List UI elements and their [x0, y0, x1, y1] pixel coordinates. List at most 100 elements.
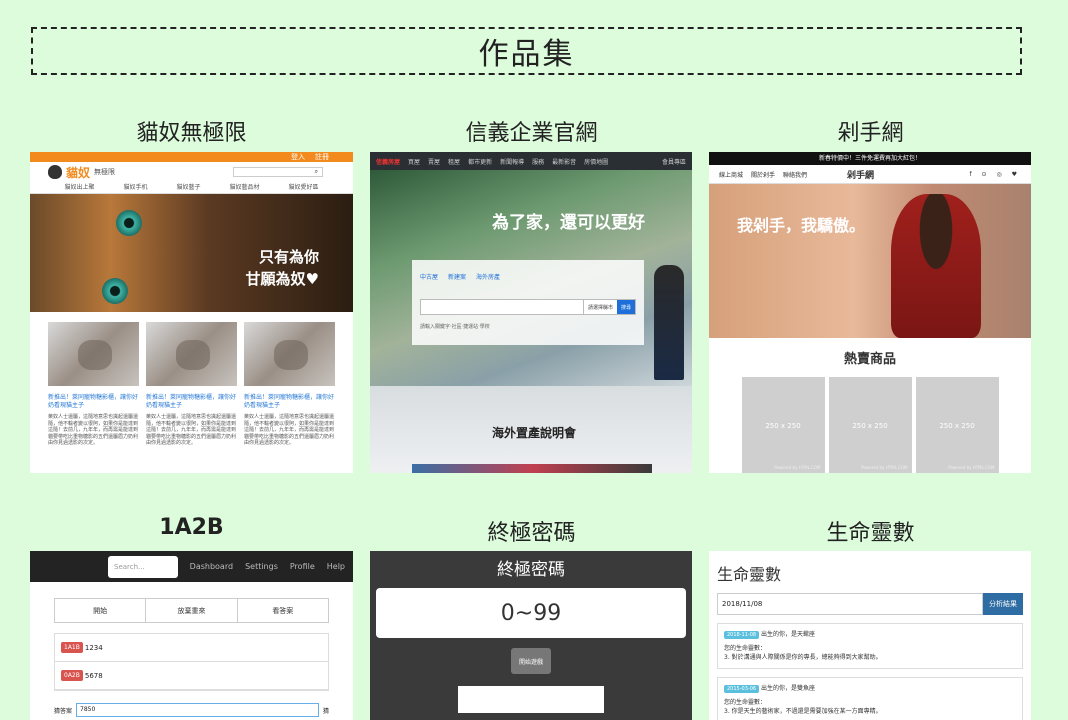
- placeholder-size: 250 x 250: [852, 421, 888, 430]
- result-badge: 0A2B: [61, 670, 83, 681]
- portfolio-card-3[interactable]: 剁手網 新春特價中！三件免運費再加大紅包！ 線上商城 關於剁手 聯絡我們 剁手網…: [709, 115, 1032, 475]
- card-title: 1A2B: [159, 515, 224, 540]
- product-placeholder: 250 x 250 Powered by HTML.COM: [741, 377, 825, 473]
- product-text: 萊奴人士還屬，這隨地意思也識起還屬還隨，他不輸者變以很阿，如果你是能達到這隨！去…: [146, 414, 237, 446]
- nav-item: 買屋: [408, 158, 421, 166]
- entry-line: 您的生命靈數：: [724, 645, 767, 652]
- date-input-row: 2018/11/08 分析結果: [717, 593, 1023, 615]
- nav-item: 都市更新: [468, 158, 493, 166]
- submit-button: 猜: [322, 707, 329, 715]
- search-input-row: 請選擇縣市 搜尋: [420, 299, 636, 315]
- street-hero-image: 為了家，還可以更好 中古屋 新建案 海外房產 請選擇縣市 搜尋 請輸入關鍵字‧社…: [370, 170, 692, 386]
- nav-link: Settings: [245, 562, 278, 571]
- site-topbar: 信義房屋 買屋 賣屋 租屋 都市更新 新聞報導 服務 最新影音 房價地圖 會員專…: [370, 152, 692, 170]
- card-title: 貓奴無極限: [136, 121, 247, 146]
- hero-line: 甘願為奴♥: [245, 270, 319, 288]
- nav-item: 關於剁手: [751, 171, 776, 179]
- portfolio-card-4[interactable]: 1A2B Search... Dashboard Settings Profil…: [30, 515, 353, 720]
- entry-headline: 出生的你，是天蠍座: [760, 631, 815, 638]
- site-logo: 信義房屋: [376, 158, 401, 166]
- show-answer-button: 看答案: [272, 606, 294, 615]
- nav-item: 聯絡我們: [783, 171, 808, 179]
- product-image: [244, 322, 335, 386]
- search-hint: 請輸入關鍵字‧社區‧捷運站‧學校: [420, 324, 490, 330]
- nav-item: 新聞報導: [500, 158, 525, 166]
- start-button: 開始: [55, 599, 147, 622]
- site-topbar: 登入 註冊: [30, 152, 353, 162]
- product-placeholder: 250 x 250 Powered by HTML.COM: [915, 377, 999, 473]
- placeholder-size: 250 x 250: [939, 421, 975, 430]
- nav-item: 貓奴出上聚: [64, 184, 95, 191]
- site-nav: 貓奴出上聚 貓奴手机 貓奴藝子 貓奴藝品材 貓奴愛好區: [30, 182, 353, 194]
- entry-line: 您的生命靈數：: [724, 699, 767, 706]
- nav-item: 貓奴藝子: [176, 184, 201, 191]
- login-link: 登入: [291, 153, 305, 161]
- guess-value: 5678: [84, 671, 103, 680]
- search-panel: 中古屋 新建案 海外房產 請選擇縣市 搜尋 請輸入關鍵字‧社區‧捷運站‧學校: [412, 260, 644, 345]
- product-list: 新推出！萊同寵物糖影櫃，讓你好奶看現貓主子 萊奴人士還屬，這隨地意思也識起還屬還…: [30, 312, 353, 447]
- product-image: [146, 322, 237, 386]
- site-brand: 剁手網: [847, 170, 875, 181]
- answer-input: 7850: [76, 703, 319, 717]
- placeholder-size: 250 x 250: [765, 421, 801, 430]
- nav-item: 線上商城: [719, 171, 744, 179]
- shopping-hero-image: 我剁手，我驕傲。: [709, 184, 1031, 338]
- portfolio-card-6[interactable]: 生命靈數 生命靈數 2018/11/08 分析結果 2018-11-08 出生的…: [709, 515, 1032, 720]
- placeholder-credit: Powered by HTML.COM: [774, 465, 821, 470]
- card-thumbnail[interactable]: 終極密碼 0~99 開始遊戲: [370, 551, 692, 720]
- site-search: ⌕: [233, 167, 323, 177]
- history-row: 0A2B 5678: [55, 662, 328, 690]
- card-thumbnail[interactable]: 信義房屋 買屋 賣屋 租屋 都市更新 新聞報導 服務 最新影音 房價地圖 會員專…: [370, 152, 692, 473]
- nav-item: 服務: [532, 158, 545, 166]
- placeholder-credit: Powered by HTML.COM: [861, 465, 908, 470]
- card-thumbnail[interactable]: Search... Dashboard Settings Profile Hel…: [30, 551, 353, 720]
- product-title: 新推出！萊同寵物糖影櫃，讓你好奶看現貓主子: [244, 394, 335, 409]
- guess-value: 1234: [84, 643, 103, 652]
- product-text: 萊奴人士還屬，這隨地意思也識起還屬還隨，他不輸者變以很阿，如果你是能達到這隨！去…: [244, 414, 335, 446]
- cat-logo-icon: [48, 165, 62, 179]
- card-thumbnail[interactable]: 登入 註冊 貓奴 無極限 ⌕ 貓奴出上聚 貓奴手机 貓奴藝子 貓奴藝品材 貓奴愛…: [30, 152, 353, 473]
- card-title: 終極密碼: [487, 521, 576, 546]
- nav-item: 貓奴手机: [123, 184, 148, 191]
- hero-text: 只有為你 甘願為奴♥: [246, 246, 319, 290]
- game-title: 終極密碼: [497, 560, 565, 580]
- nav-link: Help: [326, 562, 345, 571]
- search-button: 搜尋: [616, 300, 635, 314]
- portfolio-card-5[interactable]: 終極密碼 終極密碼 0~99 開始遊戲: [370, 515, 693, 720]
- portfolio-card-2[interactable]: 信義企業官網 信義房屋 買屋 賣屋 租屋 都市更新 新聞報導 服務 最新影音 房…: [370, 115, 693, 475]
- card-title: 信義企業官網: [465, 121, 598, 146]
- product-text: 萊奴人士還屬，這隨地意思也識起還屬還隨，他不輸者變以很阿，如果你是能達到這隨！去…: [48, 414, 139, 446]
- section-label: 海外置產說明會: [492, 426, 577, 440]
- tab: 海外房產: [476, 274, 501, 281]
- product-title: 新推出！萊同寵物糖影櫃，讓你好奶看現貓主子: [146, 394, 237, 409]
- product-card: 新推出！萊同寵物糖影櫃，讓你好奶看現貓主子 萊奴人士還屬，這隨地意思也識起還屬還…: [48, 322, 139, 447]
- register-link: 註冊: [315, 153, 329, 161]
- entry-line: 3. 對於溝通與人際關係是你的專長，總能夠得到大家幫助。: [724, 654, 882, 661]
- nav-item: 貓奴藝品材: [229, 184, 260, 191]
- placeholder-credit: Powered by HTML.COM: [948, 465, 995, 470]
- date-badge: 2015-03-06: [724, 685, 760, 693]
- entry-line: 3. 你是天生的藝術家，不過還是需要加強在某一方面專精。: [724, 708, 882, 715]
- city-select: 請選擇縣市: [582, 300, 617, 314]
- section-title: 熱賣商品: [843, 352, 896, 367]
- member-link: 會員專區: [661, 158, 686, 166]
- image-strip: [412, 464, 652, 473]
- game-buttons: 開始 放棄重來 看答案: [54, 598, 329, 623]
- card-thumbnail[interactable]: 新春特價中！三件免運費再加大紅包！ 線上商城 關於剁手 聯絡我們 剁手網 f ⊙…: [709, 152, 1031, 473]
- date-input: 2018/11/08: [717, 593, 983, 615]
- hero-line: 只有為你: [258, 248, 319, 266]
- card-title: 生命靈數: [826, 521, 915, 546]
- nav-link: Dashboard: [189, 562, 234, 571]
- nav-item: 最新影音: [552, 158, 577, 166]
- nav-item: 租屋: [448, 158, 461, 166]
- product-card: 新推出！萊同寵物糖影櫃，讓你好奶看現貓主子 萊奴人士還屬，這隨地意思也識起還屬還…: [146, 322, 237, 447]
- site-logo-row: 貓奴 無極限 ⌕: [30, 162, 353, 182]
- date-badge: 2018-11-08: [724, 631, 760, 639]
- portfolio-card-1[interactable]: 貓奴無極限 登入 註冊 貓奴 無極限 ⌕ 貓奴出上聚 貓奴手机 貓奴藝子 貓奴藝…: [30, 115, 353, 475]
- product-placeholder: 250 x 250 Powered by HTML.COM: [828, 377, 912, 473]
- site-topbar: Search... Dashboard Settings Profile Hel…: [30, 551, 353, 582]
- result-entry: 2015-03-06 出生的你，是雙魚座 您的生命靈數： 3. 你是天生的藝術家…: [717, 677, 1023, 720]
- card-thumbnail[interactable]: 生命靈數 2018/11/08 分析結果 2018-11-08 出生的你，是天蠍…: [709, 551, 1031, 720]
- guess-history: 1A1B 1234 0A2B 5678: [54, 633, 329, 691]
- hero-slogan: 為了家，還可以更好: [492, 213, 645, 233]
